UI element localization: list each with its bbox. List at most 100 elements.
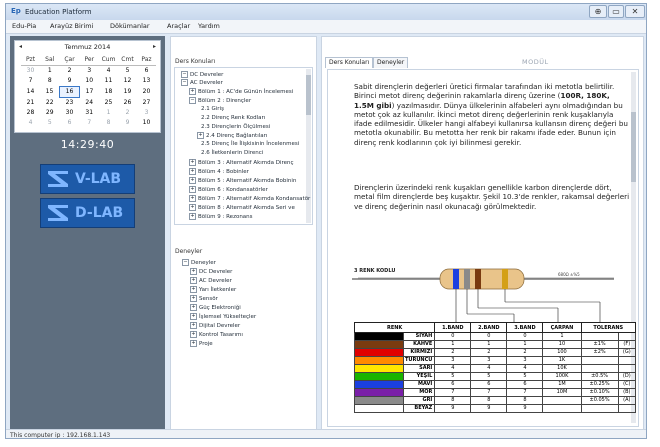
calendar-day[interactable]: 21 [21, 98, 40, 109]
menu-yardim[interactable]: Yardım [198, 22, 220, 31]
calendar-day[interactable]: 15 [40, 87, 60, 98]
calendar-day[interactable]: 11 [99, 76, 118, 87]
expand-icon[interactable]: + [189, 88, 196, 95]
collapse-icon[interactable]: − [181, 79, 188, 86]
calendar-day[interactable]: 8 [99, 118, 118, 128]
expand-icon[interactable]: + [190, 295, 197, 302]
close-button[interactable]: ✕ [625, 5, 645, 18]
expand-icon[interactable]: + [189, 177, 196, 184]
course-tree-item[interactable]: 2.3 Dirençlerin Ölçülmesi [201, 124, 270, 131]
experiment-tree-item[interactable]: + Proje [190, 340, 213, 348]
expand-icon[interactable]: + [197, 132, 204, 139]
calendar-day[interactable]: 30 [21, 66, 40, 77]
expand-icon[interactable]: + [189, 168, 196, 175]
expand-icon[interactable]: + [190, 322, 197, 329]
tab-ders-konulari[interactable]: Ders Konuları [325, 57, 374, 68]
course-tree-item[interactable]: + Bölüm 3 : Alternatif Akımda Direnç [189, 159, 294, 167]
course-tree-item[interactable]: 2.5 Direnç İle İlişkisinin İncelenmesi [201, 141, 299, 148]
calendar-next-icon[interactable]: ▸ [153, 43, 156, 50]
calendar-day[interactable]: 17 [80, 87, 100, 98]
calendar-day[interactable]: 7 [21, 76, 40, 87]
experiment-tree-item[interactable]: + İşlemsel Yükselteçler [190, 313, 256, 321]
calendar-day[interactable]: 25 [99, 98, 118, 109]
expand-icon[interactable]: + [190, 277, 197, 284]
calendar-day[interactable]: 27 [137, 98, 156, 109]
course-tree-item[interactable]: + Bölüm 9 : Rezonans [189, 213, 253, 221]
expand-icon[interactable]: + [189, 195, 196, 202]
experiment-tree-item[interactable]: + Dijital Devreler [190, 322, 240, 330]
calendar-day[interactable]: 4 [99, 66, 118, 77]
calendar-day[interactable]: 8 [40, 76, 60, 87]
calendar-day[interactable]: 28 [21, 108, 40, 118]
calendar-day[interactable]: 18 [99, 87, 118, 98]
experiment-tree-item[interactable]: + DC Devreler [190, 268, 232, 276]
calendar-day[interactable]: 30 [60, 108, 80, 118]
course-tree-scroll-thumb[interactable] [306, 75, 311, 115]
tab-deneyler[interactable]: Deneyler [373, 57, 409, 68]
calendar-day[interactable]: 29 [40, 108, 60, 118]
calendar-day[interactable]: 23 [60, 98, 80, 109]
calendar-day[interactable]: 13 [137, 76, 156, 87]
menu-edu-pia[interactable]: Edu-Pia [12, 22, 36, 31]
collapse-icon[interactable]: − [181, 71, 188, 78]
course-tree-item[interactable]: + Bölüm 1 : AC'de Günün İncelemesi [189, 88, 293, 96]
experiment-tree-item[interactable]: + Kontrol Tasarımı [190, 331, 243, 339]
menu-araclar[interactable]: Araçlar [167, 22, 190, 31]
content-scroll-thumb[interactable] [631, 112, 636, 182]
expand-icon[interactable]: + [189, 204, 196, 211]
calendar-day[interactable]: 24 [80, 98, 100, 109]
experiment-tree-item[interactable]: + AC Devreler [190, 277, 232, 285]
calendar-day[interactable]: 1 [40, 66, 60, 77]
course-tree-item[interactable]: + Bölüm 5 : Alternatif Akımda Bobinin [189, 177, 296, 185]
course-tree-item[interactable]: + Bölüm 4 : Bobinler [189, 168, 249, 176]
expand-icon[interactable]: + [189, 213, 196, 220]
course-tree-item[interactable]: − DC Devreler [181, 71, 223, 79]
maximize-button[interactable]: ▭ [608, 5, 624, 18]
expand-icon[interactable]: + [190, 268, 197, 275]
calendar-day[interactable]: 3 [137, 108, 156, 118]
menu-dokumanlar[interactable]: Dökümanlar [110, 22, 150, 31]
course-tree-item[interactable]: + Bölüm 7 : Alternatif Akımda Kondansatör [189, 195, 310, 203]
calendar-day[interactable]: 22 [40, 98, 60, 109]
calendar-day[interactable]: 9 [118, 118, 137, 128]
course-tree-item[interactable]: − Bölüm 2 : Dirençler [189, 97, 251, 105]
course-tree-item[interactable]: 2.1 Giriş [201, 106, 224, 113]
calendar-day[interactable]: 2 [118, 108, 137, 118]
collapse-icon[interactable]: − [182, 259, 189, 266]
experiment-tree-item[interactable]: + Yarı İletkenler [190, 286, 236, 294]
experiment-tree-item[interactable]: + Sensör [190, 295, 218, 303]
expand-icon[interactable]: + [190, 286, 197, 293]
course-tree-item[interactable]: 2.2 Direnç Renk Kodları [201, 115, 265, 122]
course-tree-item[interactable]: +2.4 Direnç Bağlantıları [197, 132, 267, 140]
calendar-day[interactable]: 7 [80, 118, 100, 128]
calendar-day[interactable]: 10 [80, 76, 100, 87]
expand-icon[interactable]: + [190, 340, 197, 347]
calendar-day[interactable]: 2 [60, 66, 80, 77]
calendar-day[interactable]: 12 [118, 76, 137, 87]
expand-icon[interactable]: + [190, 304, 197, 311]
calendar-day[interactable]: 3 [80, 66, 100, 77]
calendar-day[interactable]: 6 [60, 118, 80, 128]
calendar-day[interactable]: 5 [40, 118, 60, 128]
calendar-day[interactable]: 31 [80, 108, 100, 118]
calendar-day[interactable]: 14 [21, 87, 40, 98]
calendar-day[interactable]: 19 [118, 87, 137, 98]
experiment-tree-item[interactable]: − Deneyler [182, 259, 216, 267]
menu-arayuz-birimi[interactable]: Arayüz Birimi [50, 22, 93, 31]
course-tree-item[interactable]: + Bölüm 8 : Alternatif Akımda Seri ve [189, 204, 295, 212]
calendar-day[interactable]: 5 [118, 66, 137, 77]
collapse-icon[interactable]: − [189, 97, 196, 104]
minimize-button[interactable]: ⊕ [589, 5, 607, 18]
calendar-day[interactable]: 1 [99, 108, 118, 118]
calendar-day[interactable]: 6 [137, 66, 156, 77]
calendar-day[interactable]: 10 [137, 118, 156, 128]
v-lab-button[interactable]: V-LAB [40, 164, 135, 194]
d-lab-button[interactable]: D-LAB [40, 198, 135, 228]
calendar-day[interactable]: 16 [59, 86, 80, 98]
calendar-day[interactable]: 9 [60, 76, 80, 87]
expand-icon[interactable]: + [189, 159, 196, 166]
expand-icon[interactable]: + [190, 313, 197, 320]
experiment-tree-item[interactable]: + Güç Elektroniği [190, 304, 241, 312]
expand-icon[interactable]: + [190, 331, 197, 338]
calendar-day[interactable]: 4 [21, 118, 40, 128]
